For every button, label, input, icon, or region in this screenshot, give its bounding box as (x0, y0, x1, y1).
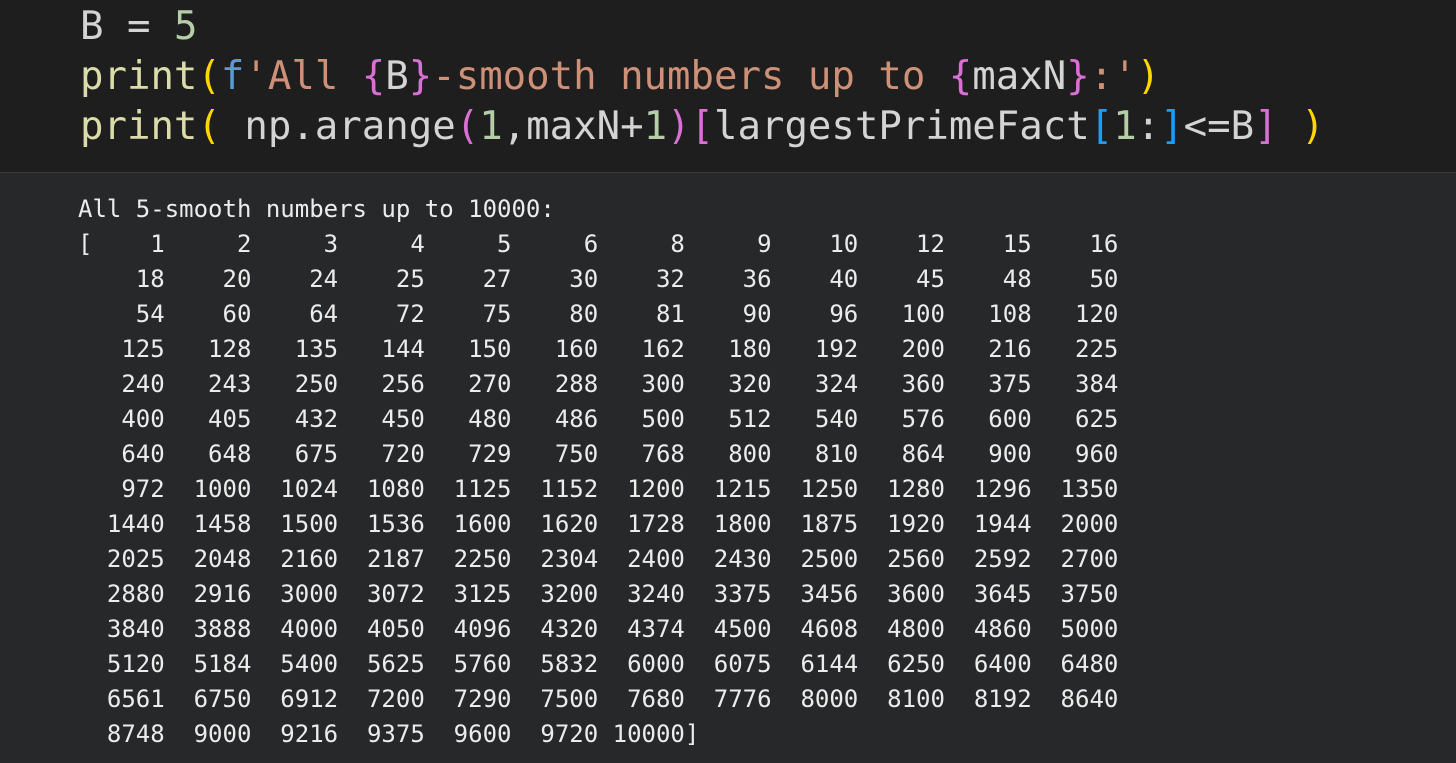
code-token: print (80, 104, 198, 149)
output-row: [ 1 2 3 4 5 6 8 9 10 12 15 16 (78, 230, 1119, 258)
code-token: ) (1136, 54, 1161, 99)
code-token: 'All (244, 54, 362, 99)
output-row: 6561 6750 6912 7200 7290 7500 7680 7776 … (78, 685, 1119, 713)
code-token: 1 (479, 104, 503, 149)
output-row: 3840 3888 4000 4050 4096 4320 4374 4500 … (78, 615, 1119, 643)
code-token: 5 (173, 4, 198, 49)
code-token: { (361, 54, 386, 99)
output-row: 2880 2916 3000 3072 3125 3200 3240 3375 … (78, 580, 1119, 608)
code-token: [ (690, 104, 715, 149)
output-row: 5120 5184 5400 5625 5760 5832 6000 6075 … (78, 650, 1119, 678)
code-token: ( (455, 104, 480, 149)
code-token: [ (1089, 104, 1114, 149)
code-cell[interactable]: B = 5 print(f'All {B}-smooth numbers up t… (0, 0, 1456, 173)
code-token: <=B (1183, 104, 1255, 149)
code-token: :' (1089, 54, 1137, 99)
code-token: print (80, 54, 198, 99)
code-token: largestPrimeFact (714, 104, 1090, 149)
code-token: : (1136, 104, 1161, 149)
code-token: ,maxN+ (502, 104, 644, 149)
code-token: np.arange (220, 104, 456, 149)
code-token: ) (1301, 104, 1325, 149)
code-line[interactable]: print( np.arange(1,maxN+1)[largestPrimeF… (80, 102, 1325, 152)
code-token: } (1066, 54, 1090, 99)
output-row: 54 60 64 72 75 80 81 90 96 100 108 120 (78, 300, 1119, 328)
output-row: 2025 2048 2160 2187 2250 2304 2400 2430 … (78, 545, 1119, 573)
output-row: 18 20 24 25 27 30 32 36 40 45 48 50 (78, 265, 1119, 293)
code-token: 1 (643, 104, 668, 149)
code-token: } (408, 54, 433, 99)
code-token: maxN (972, 54, 1067, 99)
code-token: ) (667, 104, 691, 149)
code-token: ( (197, 54, 221, 99)
output-row: 640 648 675 720 729 750 768 800 810 864 … (78, 440, 1119, 468)
code-token: ] (1254, 104, 1278, 149)
output-row: 972 1000 1024 1080 1125 1152 1200 1215 1… (78, 475, 1119, 503)
code-token: ( (197, 104, 221, 149)
code-token: B (80, 4, 104, 49)
code-token: B (385, 54, 409, 99)
code-token: ] (1160, 104, 1184, 149)
code-token: 1 (1113, 104, 1137, 149)
code-line[interactable]: B = 5 (80, 2, 197, 52)
output-row: 1440 1458 1500 1536 1600 1620 1728 1800 … (78, 510, 1119, 538)
output-row: 240 243 250 256 270 288 300 320 324 360 … (78, 370, 1119, 398)
output-row: 125 128 135 144 150 160 162 180 192 200 … (78, 335, 1119, 363)
code-token: f (220, 54, 245, 99)
code-token: { (948, 54, 973, 99)
output-row: 8748 9000 9216 9375 9600 9720 10000] (78, 720, 700, 748)
code-line[interactable]: print(f'All {B}-smooth numbers up to {ma… (80, 52, 1160, 102)
output-header: All 5-smooth numbers up to 10000: (78, 195, 555, 223)
code-token: -smooth numbers up to (432, 54, 949, 99)
output-row: 400 405 432 450 480 486 500 512 540 576 … (78, 405, 1119, 433)
output-cell: All 5-smooth numbers up to 10000: [ 1 2 … (0, 173, 1456, 763)
code-token: = (103, 4, 174, 49)
